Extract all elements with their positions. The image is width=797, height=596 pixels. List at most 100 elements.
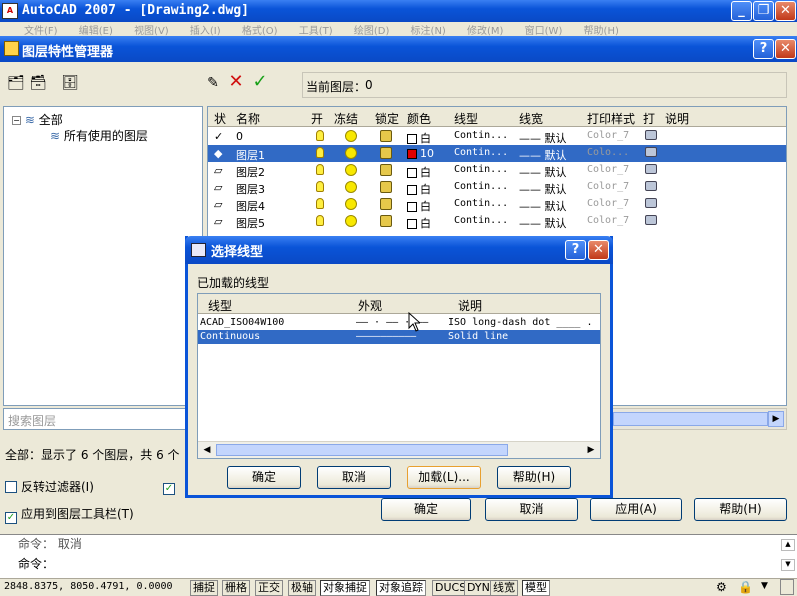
linetype-cell[interactable]: Contin... xyxy=(454,164,508,175)
sun-icon[interactable] xyxy=(345,147,357,159)
sun-icon[interactable] xyxy=(345,198,357,210)
scroll-thumb[interactable] xyxy=(216,444,508,456)
scroll-up-icon[interactable]: ▲ xyxy=(781,539,795,551)
scroll-down-icon[interactable]: ▼ xyxy=(781,559,795,571)
printer-icon[interactable] xyxy=(645,147,657,157)
menu-item[interactable]: 视图(V) xyxy=(134,26,169,36)
set-current-icon[interactable]: ✓ xyxy=(250,73,270,91)
toggle-ortho[interactable]: 正交 xyxy=(255,580,283,596)
layer-row[interactable]: ◆ 图层1 10 Contin... —— 默认 Colo... xyxy=(208,145,786,162)
lineweight-cell[interactable]: —— 默认 xyxy=(519,181,567,197)
linetype-cell[interactable]: Contin... xyxy=(454,215,508,226)
padlock-icon[interactable] xyxy=(380,198,392,210)
menu-item[interactable]: 工具(T) xyxy=(299,26,333,36)
color-swatch[interactable] xyxy=(407,219,417,229)
status-icon[interactable]: ▱ xyxy=(214,164,222,177)
toggle-model[interactable]: 模型 xyxy=(522,580,550,596)
checkbox-box[interactable]: ✓ xyxy=(5,512,17,524)
toggle-lineweight[interactable]: 线宽 xyxy=(490,580,518,596)
sun-icon[interactable] xyxy=(345,215,357,227)
color-name[interactable]: 白 xyxy=(420,217,431,230)
lock-icon[interactable]: 🔒 xyxy=(738,580,753,594)
status-icon[interactable]: ▱ xyxy=(214,181,222,194)
apply-button[interactable]: 应用(A) xyxy=(590,498,682,521)
color-name[interactable]: 白 xyxy=(420,183,431,196)
menu-item[interactable]: 文件(F) xyxy=(24,26,58,36)
dialog-help-button[interactable]: 帮助(H) xyxy=(497,466,571,489)
layer-name[interactable]: 图层2 xyxy=(236,164,265,180)
linetype-row[interactable]: Continuous —————————— Solid line xyxy=(198,330,600,344)
status-icon[interactable]: ▱ xyxy=(214,198,222,211)
padlock-icon[interactable] xyxy=(380,147,392,159)
layer-row[interactable]: ▱ 图层3 白 Contin... —— 默认 Color_7 xyxy=(208,179,786,196)
lightbulb-icon[interactable] xyxy=(316,181,324,192)
layer-row[interactable]: ▱ 图层5 白 Contin... —— 默认 Color_7 xyxy=(208,213,786,230)
printer-icon[interactable] xyxy=(645,130,657,140)
lightbulb-icon[interactable] xyxy=(316,198,324,209)
color-swatch[interactable] xyxy=(407,134,417,144)
layer-name[interactable]: 0 xyxy=(236,130,243,143)
color-name[interactable]: 10 xyxy=(420,147,434,160)
linetype-hscroll[interactable]: ◀ ▶ xyxy=(198,441,600,458)
command-scrollbar[interactable]: ▲ ▼ xyxy=(781,539,795,573)
menu-item[interactable]: 帮助(H) xyxy=(584,26,619,36)
printer-icon[interactable] xyxy=(645,198,657,208)
menu-item[interactable]: 绘图(D) xyxy=(354,26,390,36)
menu-item[interactable]: 修改(M) xyxy=(467,26,503,36)
close-icon[interactable]: ✕ xyxy=(775,39,796,59)
chevron-down-icon[interactable]: ▼ xyxy=(761,581,768,591)
menu-item[interactable]: 插入(I) xyxy=(190,26,221,36)
layer-name[interactable]: 图层1 xyxy=(236,147,265,163)
minimize-icon[interactable]: _ xyxy=(731,1,752,21)
toggle-otrack[interactable]: 对象追踪 xyxy=(376,580,426,596)
sun-icon[interactable] xyxy=(345,181,357,193)
col-lock[interactable]: 锁定 xyxy=(375,110,399,127)
printer-icon[interactable] xyxy=(645,181,657,191)
lineweight-cell[interactable]: —— 默认 xyxy=(519,147,567,163)
padlock-icon[interactable] xyxy=(380,215,392,227)
lightbulb-icon[interactable] xyxy=(316,164,324,175)
menu-item[interactable]: 格式(O) xyxy=(242,26,278,36)
col-freeze[interactable]: 冻结 xyxy=(334,110,358,127)
close-icon[interactable]: ✕ xyxy=(588,240,609,260)
lightbulb-icon[interactable] xyxy=(316,147,324,158)
toggle-osnap[interactable]: 对象捕捉 xyxy=(320,580,370,596)
layer-row[interactable]: ▱ 图层4 白 Contin... —— 默认 Color_7 xyxy=(208,196,786,213)
cancel-button[interactable]: 取消 xyxy=(485,498,578,521)
linetype-row[interactable]: ACAD_ISO04W100 —— · —— · —— ISO long-dash … xyxy=(198,316,600,330)
menu-item[interactable]: 编辑(E) xyxy=(79,26,113,36)
linetype-cell[interactable]: Contin... xyxy=(454,198,508,209)
color-swatch[interactable] xyxy=(407,185,417,195)
lineweight-cell[interactable]: —— 默认 xyxy=(519,198,567,214)
toggle-dyn[interactable]: DYN xyxy=(464,580,493,596)
padlock-icon[interactable] xyxy=(380,130,392,142)
linetype-cell[interactable]: Contin... xyxy=(454,181,508,192)
col-description[interactable]: 说明 xyxy=(665,110,689,127)
lineweight-cell[interactable]: —— 默认 xyxy=(519,215,567,231)
color-swatch[interactable] xyxy=(407,168,417,178)
scroll-left-icon[interactable]: ◀ xyxy=(200,444,214,456)
apply-to-toolbar-checkbox[interactable]: ✓ 应用到图层工具栏(T) xyxy=(5,505,134,524)
toggle-snap[interactable]: 捕捉 xyxy=(190,580,218,596)
status-icon[interactable]: ▱ xyxy=(214,215,222,228)
col-linetype[interactable]: 线型 xyxy=(454,110,478,127)
layer-name[interactable]: 图层5 xyxy=(236,215,265,231)
scroll-thumb[interactable] xyxy=(613,412,768,426)
color-name[interactable]: 白 xyxy=(420,200,431,213)
status-icon[interactable]: ◆ xyxy=(214,147,222,160)
scroll-right-icon[interactable]: ▶ xyxy=(584,444,598,456)
command-prompt[interactable]: 命令： xyxy=(18,555,54,572)
checkbox-box[interactable]: ✓ xyxy=(163,483,175,495)
help-icon[interactable]: ? xyxy=(753,39,774,59)
col-lineweight[interactable]: 线宽 xyxy=(519,110,543,127)
col-plot[interactable]: 打 xyxy=(643,110,655,127)
sun-icon[interactable] xyxy=(345,164,357,176)
layer-row[interactable]: ✓ 0 白 Contin... —— 默认 Color_7 xyxy=(208,128,786,145)
lightbulb-icon[interactable] xyxy=(316,215,324,226)
printer-icon[interactable] xyxy=(645,164,657,174)
col-plot-style[interactable]: 打印样式 xyxy=(587,110,635,127)
lineweight-cell[interactable]: —— 默认 xyxy=(519,130,567,146)
checkbox-box[interactable] xyxy=(5,481,17,493)
clean-screen-icon[interactable] xyxy=(780,579,794,595)
help-icon[interactable]: ? xyxy=(565,240,586,260)
